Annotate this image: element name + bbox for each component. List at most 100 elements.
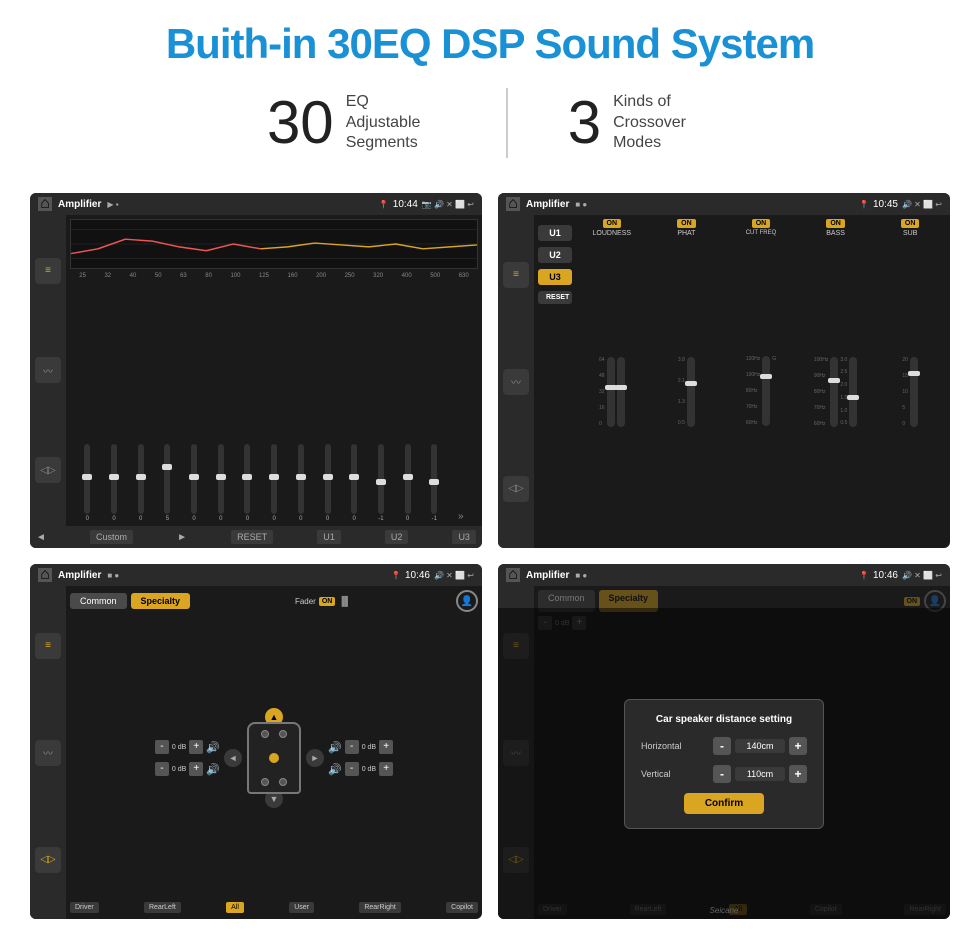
cutfreq-ticks: 120Hz 100Hz 80Hz 70Hz 60Hz <box>746 356 760 426</box>
camera-icon-tl: 📷 🔊 ✕ ⬜ ↩ <box>422 200 474 209</box>
minus-rl[interactable]: - <box>155 762 169 776</box>
confirm-button[interactable]: Confirm <box>684 793 764 814</box>
plus-fl[interactable]: + <box>189 740 203 754</box>
horizontal-minus-btn[interactable]: - <box>713 737 731 755</box>
slider-thumb-11[interactable] <box>349 474 359 480</box>
slider-track-6[interactable] <box>218 444 224 514</box>
vol-icon-btn-bl[interactable]: ◁▷ <box>35 847 61 873</box>
copilot-btn[interactable]: Copilot <box>446 902 478 913</box>
sub-thumb[interactable] <box>908 371 920 376</box>
slider-thumb-2[interactable] <box>109 474 119 480</box>
slider-thumb-5[interactable] <box>189 474 199 480</box>
eq-label-160: 160 <box>288 273 298 279</box>
minus-fl[interactable]: - <box>155 740 169 754</box>
u1-preset-btn[interactable]: U1 <box>538 225 572 241</box>
slider-track-4[interactable] <box>164 444 170 514</box>
prev-btn-eq[interactable]: ◄ <box>36 532 46 543</box>
vol-icon-btn-tr[interactable]: ◁▷ <box>503 476 529 502</box>
bass-thumb-g[interactable] <box>847 395 859 400</box>
home-icon-tr[interactable]: ⌂ <box>506 197 520 211</box>
wave-icon-btn-bl[interactable]: 〰 <box>35 740 61 766</box>
loudness-thumb-2[interactable] <box>615 385 627 390</box>
slider-thumb-8[interactable] <box>269 474 279 480</box>
rear-right-btn[interactable]: RearRight <box>359 902 401 913</box>
reset-preset-btn[interactable]: RESET <box>538 291 572 304</box>
vol-icon-btn[interactable]: ◁▷ <box>35 457 61 483</box>
vertical-plus-btn[interactable]: + <box>789 765 807 783</box>
eq-icon-btn-bl[interactable]: ≡ <box>35 633 61 659</box>
loudness-on-btn[interactable]: ON <box>603 219 622 228</box>
slider-track-12[interactable] <box>378 444 384 514</box>
u1-btn-eq[interactable]: U1 <box>317 530 341 544</box>
u2-preset-btn[interactable]: U2 <box>538 247 572 263</box>
expand-arrow-eq[interactable]: » <box>458 511 464 522</box>
vol-row-rr: 🔊 - 0 dB + <box>328 762 393 776</box>
minus-rr[interactable]: - <box>345 762 359 776</box>
sub-slider[interactable] <box>910 357 918 427</box>
rear-left-btn[interactable]: RearLeft <box>144 902 181 913</box>
custom-btn[interactable]: Custom <box>90 530 133 544</box>
slider-track-3[interactable] <box>138 444 144 514</box>
slider-thumb-1[interactable] <box>82 474 92 480</box>
slider-thumb-4[interactable] <box>162 464 172 470</box>
loudness-slider-1[interactable] <box>607 357 615 427</box>
bass-slider-f[interactable] <box>830 357 838 427</box>
cutfreq-on-btn[interactable]: ON <box>752 219 771 228</box>
slider-track-1[interactable] <box>84 444 90 514</box>
sub-on-btn[interactable]: ON <box>901 219 920 228</box>
slider-thumb-6[interactable] <box>216 474 226 480</box>
slider-thumb-7[interactable] <box>242 474 252 480</box>
slider-track-5[interactable] <box>191 444 197 514</box>
bass-on-btn[interactable]: ON <box>826 219 845 228</box>
user-btn[interactable]: User <box>289 902 314 913</box>
slider-thumb-10[interactable] <box>323 474 333 480</box>
plus-rr[interactable]: + <box>379 762 393 776</box>
slider-track-8[interactable] <box>271 444 277 514</box>
phat-on-btn[interactable]: ON <box>677 219 696 228</box>
slider-track-10[interactable] <box>325 444 331 514</box>
bass-thumb-f[interactable] <box>828 378 840 383</box>
loudness-slider-2[interactable] <box>617 357 625 427</box>
driver-btn[interactable]: Driver <box>70 902 99 913</box>
left-arrow-btn[interactable]: ◄ <box>224 749 242 767</box>
u3-btn-eq[interactable]: U3 <box>452 530 476 544</box>
eq-icon-btn[interactable]: ≡ <box>35 258 61 284</box>
eq-icon-btn-tr[interactable]: ≡ <box>503 262 529 288</box>
specialty-tab-bl[interactable]: Specialty <box>131 593 191 609</box>
home-icon-br[interactable]: ⌂ <box>506 568 520 582</box>
slider-thumb-3[interactable] <box>136 474 146 480</box>
plus-fr[interactable]: + <box>379 740 393 754</box>
user-icon-bl[interactable]: 👤 <box>456 590 478 612</box>
phat-slider[interactable] <box>687 357 695 427</box>
cutfreq-slider[interactable] <box>762 356 770 426</box>
slider-track-13[interactable] <box>405 444 411 514</box>
wave-icon-btn-tr[interactable]: 〰 <box>503 369 529 395</box>
home-icon-tl[interactable]: ⌂ <box>38 197 52 211</box>
reset-btn-eq[interactable]: RESET <box>231 530 273 544</box>
slider-track-2[interactable] <box>111 444 117 514</box>
slider-thumb-14[interactable] <box>429 479 439 485</box>
vertical-minus-btn[interactable]: - <box>713 765 731 783</box>
next-btn-eq[interactable]: ► <box>177 532 187 543</box>
bass-slider-g[interactable] <box>849 357 857 427</box>
slider-track-14[interactable] <box>431 444 437 514</box>
slider-track-11[interactable] <box>351 444 357 514</box>
slider-thumb-12[interactable] <box>376 479 386 485</box>
u3-preset-btn[interactable]: U3 <box>538 269 572 285</box>
all-btn[interactable]: All <box>226 902 244 913</box>
home-icon-bl[interactable]: ⌂ <box>38 568 52 582</box>
plus-rl[interactable]: + <box>189 762 203 776</box>
wave-icon-btn[interactable]: 〰 <box>35 357 61 383</box>
slider-thumb-9[interactable] <box>296 474 306 480</box>
common-tab-bl[interactable]: Common <box>70 593 127 609</box>
fader-on-btn[interactable]: ON <box>319 597 336 606</box>
minus-fr[interactable]: - <box>345 740 359 754</box>
slider-track-7[interactable] <box>244 444 250 514</box>
u2-btn-eq[interactable]: U2 <box>385 530 409 544</box>
horizontal-plus-btn[interactable]: + <box>789 737 807 755</box>
cutfreq-thumb[interactable] <box>760 374 772 379</box>
slider-track-9[interactable] <box>298 444 304 514</box>
right-arrow-btn[interactable]: ► <box>306 749 324 767</box>
slider-thumb-13[interactable] <box>403 474 413 480</box>
phat-thumb[interactable] <box>685 381 697 386</box>
